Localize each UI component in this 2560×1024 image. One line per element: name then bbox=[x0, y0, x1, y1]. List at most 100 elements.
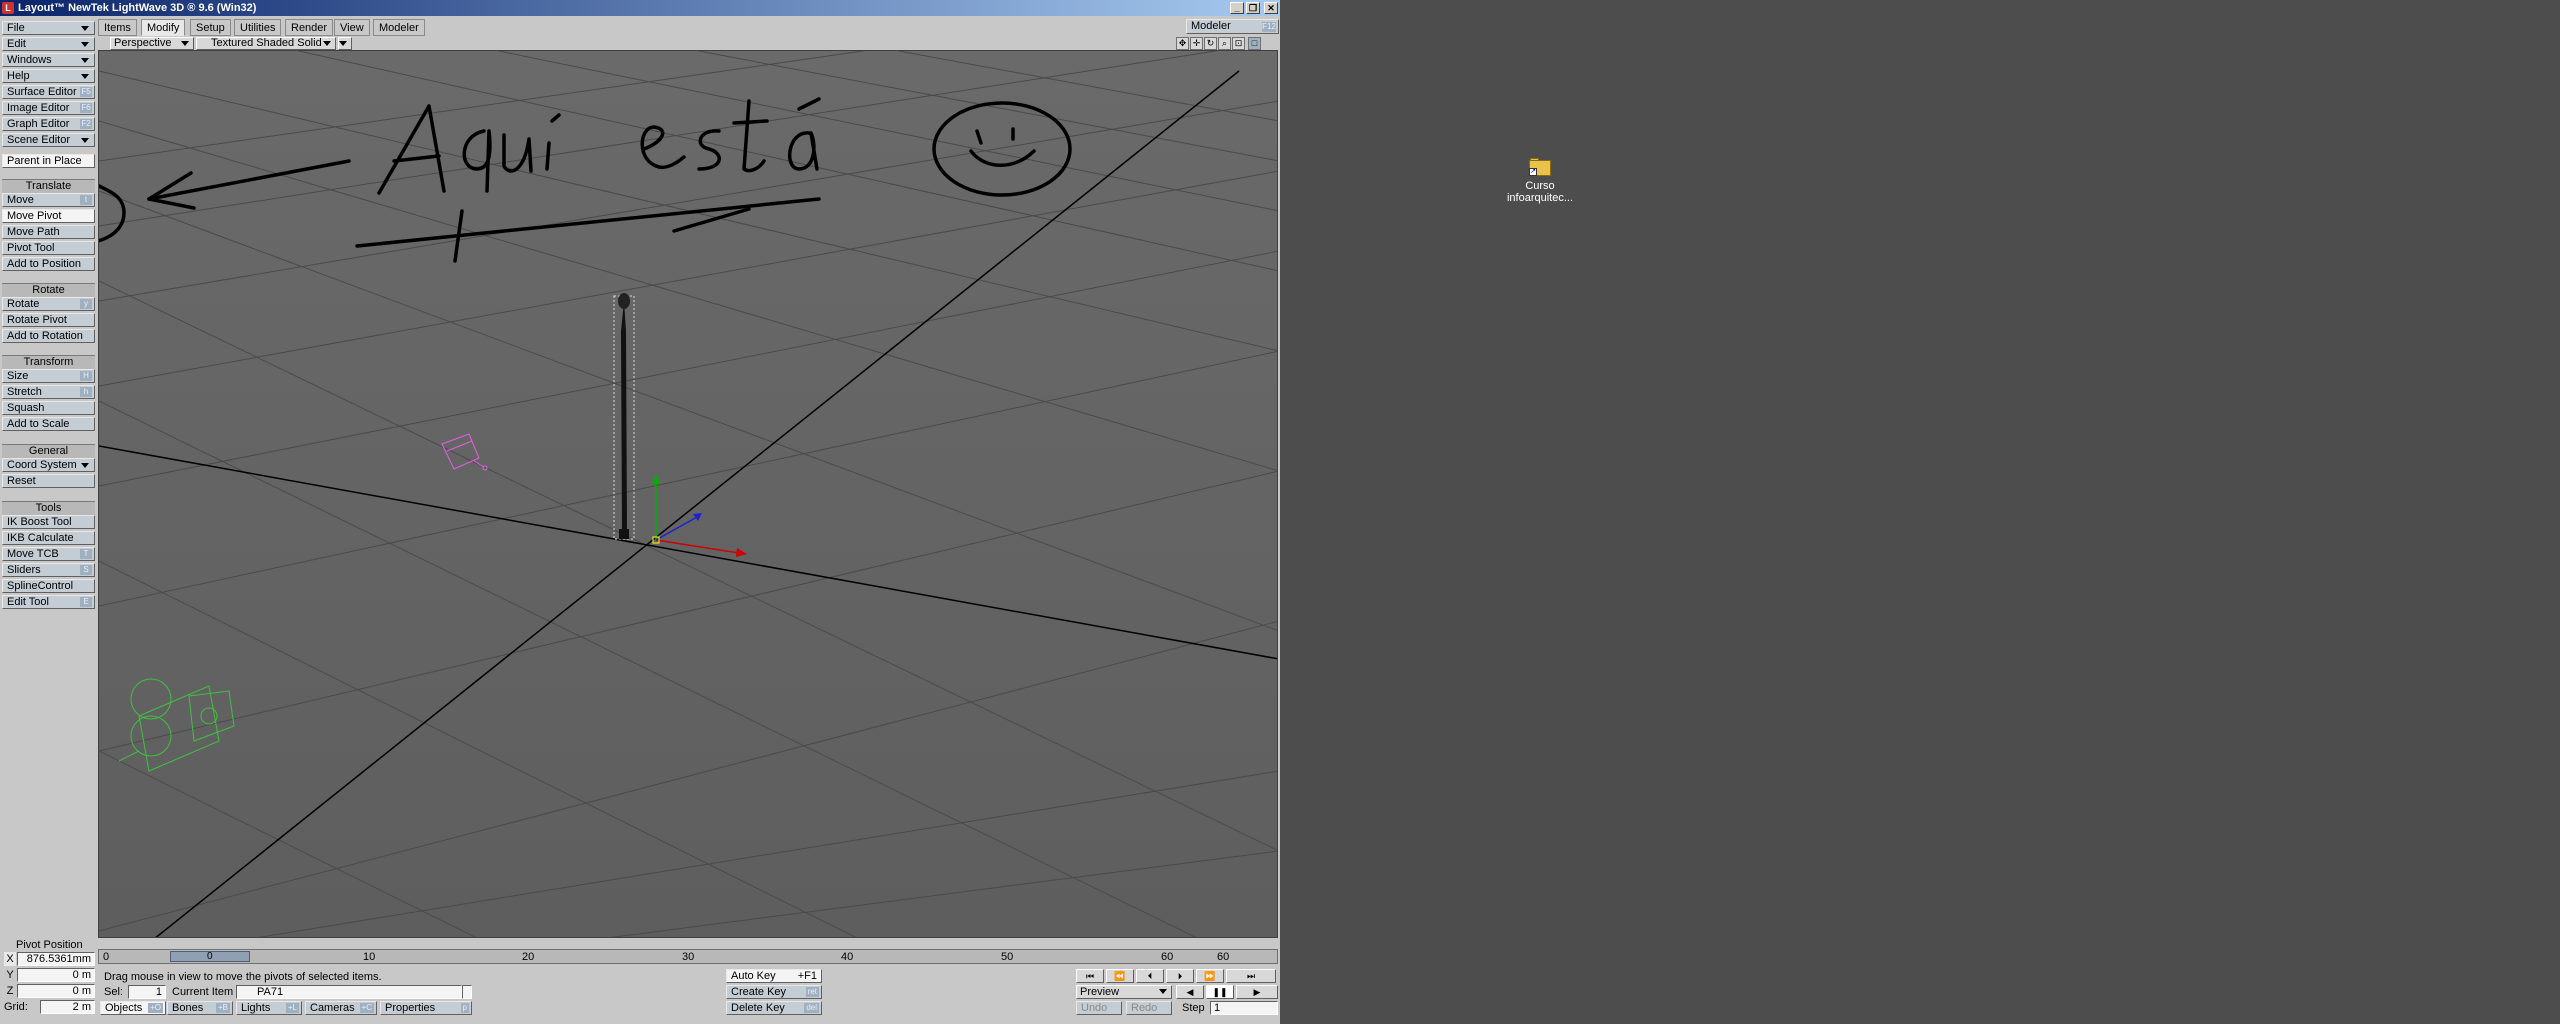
delete-key-button[interactable]: Delete Key del bbox=[726, 1001, 822, 1015]
goto-end-icon[interactable]: ⏭ bbox=[1226, 969, 1276, 983]
move-tcb-button[interactable]: Move TCB T bbox=[2, 547, 95, 561]
stretch-button[interactable]: Stretch h bbox=[2, 385, 95, 399]
tab-utilities[interactable]: Utilities bbox=[234, 19, 282, 36]
delete-key-shortcut: del bbox=[804, 1003, 819, 1013]
perspective-viewport[interactable] bbox=[98, 50, 1278, 938]
surface-editor-shortcut: F5 bbox=[80, 87, 92, 97]
stretch-shortcut: h bbox=[80, 387, 92, 397]
add-to-position-button[interactable]: Add to Position bbox=[2, 257, 95, 271]
bones-tab[interactable]: Bones +B bbox=[167, 1001, 233, 1015]
properties-button[interactable]: Properties p bbox=[380, 1001, 472, 1015]
status-hint: Drag mouse in view to move the pivots of… bbox=[104, 971, 382, 983]
edit-menu[interactable]: Edit bbox=[2, 37, 95, 51]
tab-setup[interactable]: Setup bbox=[190, 19, 231, 36]
ik-boost-tool-button[interactable]: IK Boost Tool bbox=[2, 515, 95, 529]
modeler-button[interactable]: Modeler F12 bbox=[1186, 19, 1279, 34]
windows-menu[interactable]: Windows bbox=[2, 53, 95, 67]
goto-start-icon[interactable]: ⏮ bbox=[1076, 969, 1104, 983]
surface-editor-button[interactable]: Surface Editor F5 bbox=[2, 85, 95, 99]
rotate-view-icon[interactable]: ↻ bbox=[1204, 37, 1217, 50]
tab-view[interactable]: View bbox=[334, 19, 370, 36]
redo-button[interactable]: Redo bbox=[1126, 1001, 1172, 1015]
y-position-field[interactable]: 0 m bbox=[17, 968, 95, 982]
reset-button[interactable]: Reset bbox=[2, 474, 95, 488]
file-menu[interactable]: File bbox=[2, 21, 95, 35]
image-editor-button[interactable]: Image Editor F6 bbox=[2, 101, 95, 115]
timeline-tick-10: 10 bbox=[363, 951, 376, 963]
desktop-icon-label-line2: infoarquitec... bbox=[1506, 192, 1574, 204]
next-key-icon[interactable]: ⏩ bbox=[1196, 969, 1224, 983]
viewport-toolbar: Perspective Textured Shaded Solid ✥ ✛ ↻ … bbox=[98, 37, 1278, 50]
maximize-button[interactable]: ❐ bbox=[1246, 2, 1260, 14]
lightwave-window: L Layout™ NewTek LightWave 3D ® 9.6 (Win… bbox=[0, 0, 1280, 1024]
play-forward-icon[interactable]: ▶ bbox=[1236, 985, 1278, 999]
move-view-icon[interactable]: ✥ bbox=[1176, 37, 1189, 50]
close-button[interactable]: ✕ bbox=[1264, 2, 1278, 14]
bones-label: Bones bbox=[172, 1002, 204, 1014]
viewport-options-dropdown[interactable] bbox=[338, 37, 352, 50]
add-to-scale-button[interactable]: Add to Scale bbox=[2, 417, 95, 431]
render-mode-dropdown[interactable]: Textured Shaded Solid bbox=[196, 37, 336, 50]
move-tcb-shortcut: T bbox=[80, 549, 92, 559]
auto-key-toggle[interactable]: Auto Key +F1 bbox=[726, 969, 822, 983]
tab-render[interactable]: Render bbox=[285, 19, 334, 36]
sliders-button[interactable]: Sliders S bbox=[2, 563, 95, 577]
minimize-button[interactable]: _ bbox=[1230, 2, 1244, 14]
next-frame-icon[interactable]: ⏵ bbox=[1166, 969, 1194, 983]
current-item-arrow[interactable] bbox=[462, 985, 472, 999]
z-position-field[interactable]: 0 m bbox=[17, 984, 95, 998]
help-menu[interactable]: Help bbox=[2, 69, 95, 83]
move-button[interactable]: Move t bbox=[2, 193, 95, 207]
pivot-tool-button[interactable]: Pivot Tool bbox=[2, 241, 95, 255]
desktop-shortcut-folder[interactable]: ↗ Curso infoarquitec... bbox=[1500, 158, 1580, 204]
graph-editor-button[interactable]: Graph Editor F2 bbox=[2, 117, 95, 131]
x-position-field[interactable]: 876.5361mm bbox=[17, 952, 95, 966]
graph-editor-shortcut: F2 bbox=[80, 119, 92, 129]
parent-in-place-toggle[interactable]: Parent in Place bbox=[2, 154, 95, 168]
modeler-shortcut: F12 bbox=[1262, 22, 1276, 32]
undo-button[interactable]: Undo bbox=[1076, 1001, 1122, 1015]
objects-tab[interactable]: Objects +O bbox=[100, 1001, 166, 1015]
timeline-ruler[interactable]: 0 10 20 30 40 50 60 60 bbox=[98, 949, 1278, 964]
step-field[interactable]: 1 bbox=[1210, 1001, 1278, 1015]
coord-system-menu[interactable]: Coord System bbox=[2, 458, 95, 472]
play-reverse-icon[interactable]: ◀ bbox=[1176, 985, 1204, 999]
scene-editor-button[interactable]: Scene Editor bbox=[2, 133, 95, 147]
ikb-calculate-button[interactable]: IKB Calculate bbox=[2, 531, 95, 545]
tab-items[interactable]: Items bbox=[98, 19, 137, 36]
spline-control-button[interactable]: SplineControl bbox=[2, 579, 95, 593]
size-button[interactable]: Size H bbox=[2, 369, 95, 383]
pan-view-icon[interactable]: ✛ bbox=[1190, 37, 1203, 50]
edit-tool-shortcut: E bbox=[80, 597, 92, 607]
tab-modeler-tools[interactable]: Modeler Tools bbox=[373, 19, 425, 51]
pause-icon[interactable]: ❚❚ bbox=[1206, 985, 1234, 999]
cameras-tab[interactable]: Cameras +C bbox=[305, 1001, 377, 1015]
title-bar: L Layout™ NewTek LightWave 3D ® 9.6 (Win… bbox=[0, 0, 1280, 16]
lights-tab[interactable]: Lights +L bbox=[236, 1001, 302, 1015]
squash-button[interactable]: Squash bbox=[2, 401, 95, 415]
grid-size-field[interactable]: 2 m bbox=[40, 1000, 95, 1014]
graph-editor-label: Graph Editor bbox=[7, 118, 70, 130]
add-to-rotation-button[interactable]: Add to Rotation bbox=[2, 329, 95, 343]
move-path-button[interactable]: Move Path bbox=[2, 225, 95, 239]
edit-tool-button[interactable]: Edit Tool E bbox=[2, 595, 95, 609]
prev-frame-icon[interactable]: ⏴ bbox=[1136, 969, 1164, 983]
move-pivot-button[interactable]: Move Pivot bbox=[2, 209, 95, 223]
create-key-button[interactable]: Create Key ret bbox=[726, 985, 822, 999]
preview-dropdown[interactable]: Preview bbox=[1076, 985, 1172, 999]
timeline-tick-50: 50 bbox=[1001, 951, 1014, 963]
maximize-viewport-icon[interactable]: □ bbox=[1248, 37, 1261, 50]
rotate-button[interactable]: Rotate y bbox=[2, 297, 95, 311]
timeline-tick-30: 30 bbox=[682, 951, 695, 963]
rotate-pivot-button[interactable]: Rotate Pivot bbox=[2, 313, 95, 327]
frame-slider[interactable]: 0 bbox=[170, 951, 250, 962]
zoom-view-icon[interactable]: ⌕ bbox=[1218, 37, 1231, 50]
fit-view-icon[interactable]: ⊡ bbox=[1232, 37, 1245, 50]
tab-modify[interactable]: Modify bbox=[141, 19, 186, 36]
sliders-shortcut: S bbox=[80, 565, 92, 575]
folder-shortcut-icon: ↗ bbox=[1529, 158, 1551, 176]
view-mode-dropdown[interactable]: Perspective bbox=[110, 37, 194, 50]
step-label: Step bbox=[1182, 1002, 1205, 1014]
current-item-dropdown[interactable]: PA71 bbox=[236, 985, 462, 999]
prev-key-icon[interactable]: ⏪ bbox=[1106, 969, 1134, 983]
